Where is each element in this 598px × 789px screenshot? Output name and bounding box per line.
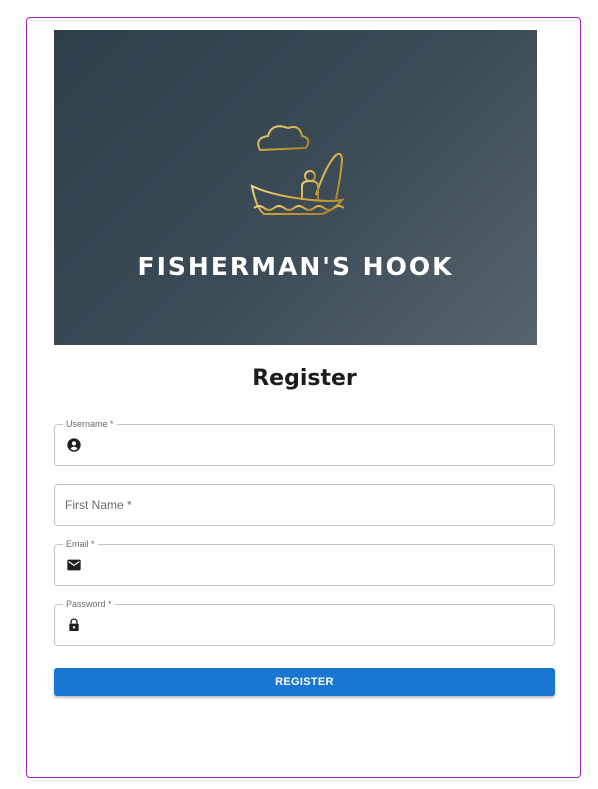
mail-icon — [67, 559, 81, 571]
username-field[interactable]: Username * — [54, 418, 555, 466]
first-name-field[interactable]: First Name * — [54, 484, 555, 526]
email-field[interactable]: Email * — [54, 538, 555, 586]
first-name-input[interactable] — [65, 485, 545, 525]
username-input[interactable] — [91, 425, 546, 465]
password-input[interactable] — [91, 605, 546, 645]
register-button[interactable]: REGISTER — [54, 668, 555, 696]
email-input[interactable] — [91, 545, 546, 585]
password-field[interactable]: Password * — [54, 598, 555, 646]
page-title: Register — [252, 366, 357, 391]
brand-banner: FISHERMAN'S HOOK — [54, 30, 537, 345]
lock-icon — [69, 618, 79, 631]
account-circle-icon — [67, 438, 81, 452]
brand-name: FISHERMAN'S HOOK — [137, 252, 454, 281]
fisherman-boat-icon — [250, 125, 345, 215]
